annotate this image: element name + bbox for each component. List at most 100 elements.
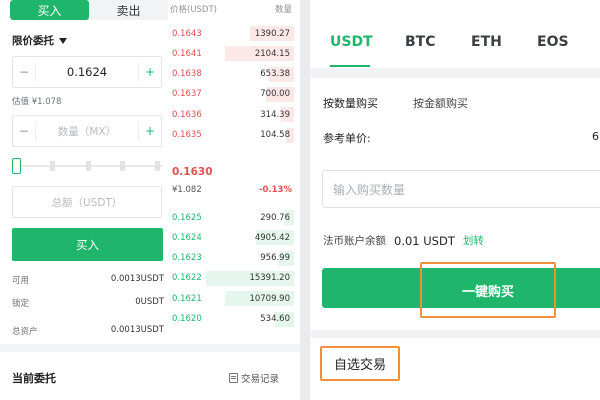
total-input[interactable]: 总额（USDT） <box>12 186 162 218</box>
mode-buy-by-amount[interactable]: 按金额购买 <box>413 95 468 111</box>
transfer-link[interactable]: 划转 <box>463 233 484 248</box>
reference-price-label: 参考单价: <box>323 132 371 145</box>
row-qty: 534.60 <box>260 314 290 324</box>
fiat-balance-label: 法币账户余额 <box>323 235 386 247</box>
row-price: 0.1637 <box>172 89 202 100</box>
balance-available: 可用 0.0013USDT <box>12 274 164 286</box>
row-price: 0.1623 <box>172 253 202 264</box>
balance-label: 锁定 <box>12 299 30 309</box>
row-qty: 10709.90 <box>249 293 290 304</box>
amount-decrease-button[interactable]: − <box>13 116 35 146</box>
price-input[interactable]: 0.1624 <box>36 65 138 79</box>
ask-row[interactable]: 0.1641 2104.15 <box>168 45 294 62</box>
bid-row[interactable]: 0.1621 10709.90 <box>168 290 294 307</box>
price-increase-button[interactable]: + <box>139 57 161 87</box>
slider-tick-75[interactable] <box>120 161 125 171</box>
balance-label: 总资产 <box>12 327 38 337</box>
amount-increase-button[interactable]: + <box>139 116 161 146</box>
tab-usdt[interactable]: USDT <box>330 34 373 50</box>
ask-row[interactable]: 0.1638 653.38 <box>168 66 294 83</box>
order-type-label: 限价委托 <box>12 35 54 47</box>
reference-price-value: 6 <box>592 130 599 143</box>
ask-row[interactable]: 0.1636 314.39 <box>168 106 294 123</box>
bid-row[interactable]: 0.1624 4905.42 <box>168 229 294 246</box>
watchlist-highlight[interactable]: 自选交易 <box>320 346 400 381</box>
amount-input[interactable]: 数量（MX） <box>36 124 138 139</box>
slider-tick-100[interactable] <box>155 161 160 171</box>
buy-quantity-input[interactable]: 输入购买数量 <box>322 170 600 208</box>
price-estimate: 估值 ¥1.078 <box>12 97 62 107</box>
order-type-dropdown[interactable]: 限价委托 <box>12 33 67 48</box>
current-orders-title: 当前委托 <box>12 372 56 385</box>
one-click-buy-label: 一键购买 <box>461 284 514 300</box>
row-qty: 4905.42 <box>254 232 290 243</box>
row-qty: 314.39 <box>260 109 290 120</box>
row-price: 0.1620 <box>172 314 202 324</box>
balance-value: 0USDT <box>135 297 164 307</box>
coin-tabs: USDT BTC ETH EOS <box>310 30 600 58</box>
section-divider <box>310 330 600 338</box>
slider-handle[interactable] <box>12 158 21 174</box>
tab-eth[interactable]: ETH <box>471 34 502 50</box>
row-qty: 2104.15 <box>254 48 290 59</box>
row-qty: 653.38 <box>260 69 290 80</box>
balance-locked: 锁定 0USDT <box>12 297 164 309</box>
fiat-balance: 法币账户余额 0.01 USDT 划转 <box>323 233 484 248</box>
bid-row[interactable]: 0.1625 290.76 <box>168 209 294 226</box>
tab-sell[interactable]: 卖出 <box>89 0 168 20</box>
slider-tick-50[interactable] <box>86 161 91 171</box>
row-price: 0.1638 <box>172 69 202 80</box>
ask-row[interactable]: 0.1635 104.58 <box>168 127 294 144</box>
balance-total: 总资产 0.0013USDT <box>12 325 164 337</box>
row-qty: 1390.27 <box>254 28 290 39</box>
bid-row[interactable]: 0.1622 15391.20 <box>168 270 294 287</box>
row-price: 0.1621 <box>172 293 202 304</box>
amount-slider[interactable] <box>12 156 162 176</box>
orderbook-price-header: 价格(USDT) <box>170 5 217 15</box>
orderbook-qty-header: 数量 <box>274 5 292 15</box>
row-price: 0.1625 <box>172 212 202 223</box>
row-qty: 290.76 <box>260 212 290 223</box>
price-decrease-button[interactable]: − <box>13 57 35 87</box>
price-change: -0.13% <box>258 185 292 195</box>
row-price: 0.1624 <box>172 232 202 243</box>
section-divider <box>0 344 300 352</box>
watchlist-label: 自选交易 <box>333 358 386 373</box>
row-qty: 104.58 <box>260 130 290 140</box>
row-price: 0.1641 <box>172 48 202 59</box>
slider-tick-25[interactable] <box>50 161 55 171</box>
trade-records-link[interactable]: 交易记录 <box>229 371 279 385</box>
mode-buy-by-quantity[interactable]: 按数量购买 <box>323 95 378 111</box>
buy-sell-tabs: 买入 卖出 <box>10 0 168 20</box>
quick-buy-panel: USDT BTC ETH EOS 按数量购买 按金额购买 参考单价: 6 输入购… <box>310 0 600 400</box>
bid-row[interactable]: 0.1620 534.60 <box>168 311 294 328</box>
document-icon <box>229 373 238 383</box>
trade-records-label: 交易记录 <box>241 374 280 385</box>
price-stepper: − 0.1624 + <box>12 56 162 88</box>
ask-row[interactable]: 0.1643 1390.27 <box>168 25 294 42</box>
row-price: 0.1622 <box>172 273 202 284</box>
row-qty: 956.99 <box>260 253 290 264</box>
bid-row[interactable]: 0.1623 956.99 <box>168 250 294 267</box>
active-tab-indicator <box>330 65 370 67</box>
last-price: 0.1630 <box>172 166 213 178</box>
amount-stepper: − 数量（MX） + <box>12 115 162 147</box>
last-price-cny: ¥1.082 <box>172 185 202 195</box>
section-divider <box>310 68 600 78</box>
tab-btc[interactable]: BTC <box>405 34 436 50</box>
fiat-balance-amount: 0.01 USDT <box>394 233 455 248</box>
tab-eos[interactable]: EOS <box>537 34 569 50</box>
one-click-buy-highlight: 一键购买 <box>420 262 556 318</box>
row-price: 0.1636 <box>172 109 202 120</box>
row-price: 0.1635 <box>172 130 202 140</box>
orderbook-header: 价格(USDT) 数量 <box>170 3 292 15</box>
row-price: 0.1643 <box>172 28 202 39</box>
balance-value: 0.0013USDT <box>110 274 164 284</box>
row-qty: 700.00 <box>260 89 290 100</box>
caret-down-icon <box>59 37 67 44</box>
balance-value: 0.0013USDT <box>110 325 164 335</box>
ask-row[interactable]: 0.1637 700.00 <box>168 86 294 103</box>
tab-buy[interactable]: 买入 <box>10 0 89 20</box>
balance-label: 可用 <box>12 276 30 286</box>
buy-button[interactable]: 买入 <box>12 228 163 261</box>
